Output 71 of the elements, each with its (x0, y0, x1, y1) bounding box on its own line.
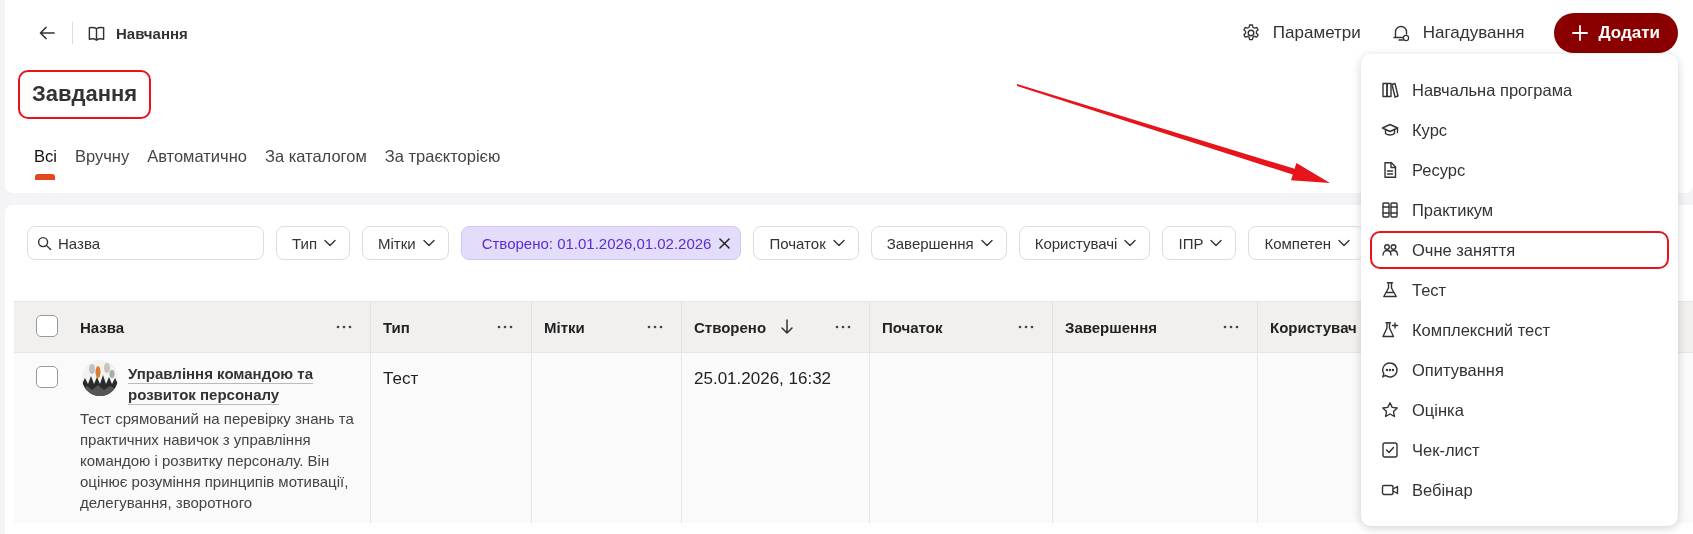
chevron-down-icon (832, 239, 845, 247)
flask-plus-icon (1381, 321, 1399, 339)
settings-button[interactable]: Параметри (1240, 23, 1361, 43)
column-header[interactable]: Початок (882, 318, 943, 336)
more-icon[interactable] (497, 325, 513, 329)
search-field[interactable]: Назва (27, 226, 264, 260)
tab[interactable]: За каталогом (255, 141, 376, 180)
filter-dropdown[interactable]: ІПР (1162, 226, 1237, 260)
menu-item[interactable]: Навчальна програма (1370, 71, 1669, 109)
add-button[interactable]: Додати (1554, 13, 1678, 53)
tab[interactable]: Вручну (65, 141, 139, 180)
column-header[interactable]: Користувач (1270, 318, 1357, 336)
menu-item[interactable]: Опитування (1370, 351, 1669, 389)
plus-icon (1572, 25, 1589, 41)
books-icon (1381, 81, 1399, 99)
menu-item[interactable]: Тест (1370, 271, 1669, 309)
checkbox-icon (1381, 441, 1399, 459)
filter-dropdown[interactable]: Початок (753, 226, 859, 260)
tab[interactable]: Всі (25, 141, 66, 180)
chevron-down-icon (324, 239, 336, 247)
chevron-down-icon (1210, 239, 1223, 247)
task-title-link[interactable]: Управління командою та розвиток персоналу (128, 363, 356, 405)
page-title: Завдання (18, 70, 152, 119)
breadcrumb-link[interactable]: Навчання (116, 24, 188, 42)
column-header[interactable]: Мітки (544, 318, 585, 336)
menu-item[interactable]: Практикум (1370, 191, 1669, 229)
task-description: Тест срямований на перевірку знань та практичних навичок з управління командою і розвитку персоналу. Він оцінює розуміння принципів мотивації, делегування, зворотного (80, 409, 355, 513)
more-icon[interactable] (336, 325, 352, 329)
filter-dropdown[interactable]: Тип (276, 226, 350, 260)
menu-item[interactable]: Очне заняття (1370, 231, 1669, 269)
type-cell: Тест (383, 369, 419, 388)
chevron-down-icon (422, 239, 435, 247)
column-header[interactable]: Створено (694, 318, 767, 336)
filter-dropdown[interactable]: Мітки (362, 226, 449, 260)
created-cell: 25.01.2026, 16:32 (694, 369, 832, 388)
more-icon[interactable] (1018, 325, 1034, 329)
menu-item[interactable]: Оцінка (1370, 391, 1669, 429)
chevron-down-icon (1124, 239, 1137, 247)
filter-dropdown[interactable]: Користувачі (1018, 226, 1151, 260)
chat-bubble-icon (1381, 361, 1399, 379)
reminders-button[interactable]: Нагадування (1390, 23, 1525, 43)
document-icon (1381, 161, 1399, 179)
search-icon (37, 236, 52, 251)
chevron-down-icon (980, 239, 993, 247)
column-header[interactable]: Завершення (1065, 318, 1157, 336)
active-filter-chip[interactable]: Створено: 01.01.2026,01.02.2026 (460, 226, 742, 260)
people-icon (1381, 241, 1399, 259)
sort-down-arrow-icon[interactable] (780, 319, 795, 335)
menu-item[interactable]: Чек-лист (1370, 431, 1669, 469)
more-icon[interactable] (647, 325, 663, 329)
binders-icon (1381, 201, 1399, 219)
more-icon[interactable] (835, 325, 851, 329)
menu-item[interactable]: Комплексний тест (1370, 311, 1669, 349)
graduation-cap-icon (1381, 121, 1399, 139)
tab[interactable]: За траєкторією (375, 141, 510, 180)
flask-icon (1381, 281, 1399, 299)
gear-icon (1240, 23, 1261, 43)
menu-item[interactable]: Ресурс (1370, 151, 1669, 189)
menu-item[interactable]: Вебінар (1370, 471, 1669, 509)
column-header[interactable]: Назва (80, 318, 125, 336)
filter-dropdown[interactable]: Завершення (870, 226, 1007, 260)
select-all-checkbox[interactable] (36, 315, 58, 337)
column-header[interactable]: Тип (383, 318, 410, 336)
tab[interactable]: Автоматично (138, 141, 256, 180)
row-checkbox[interactable] (36, 366, 58, 388)
chevron-down-icon (1338, 239, 1351, 247)
more-icon[interactable] (1223, 325, 1239, 329)
menu-item[interactable]: Курс (1370, 111, 1669, 149)
bell-icon (1390, 23, 1411, 43)
close-icon[interactable] (719, 237, 731, 249)
star-icon (1381, 401, 1399, 419)
